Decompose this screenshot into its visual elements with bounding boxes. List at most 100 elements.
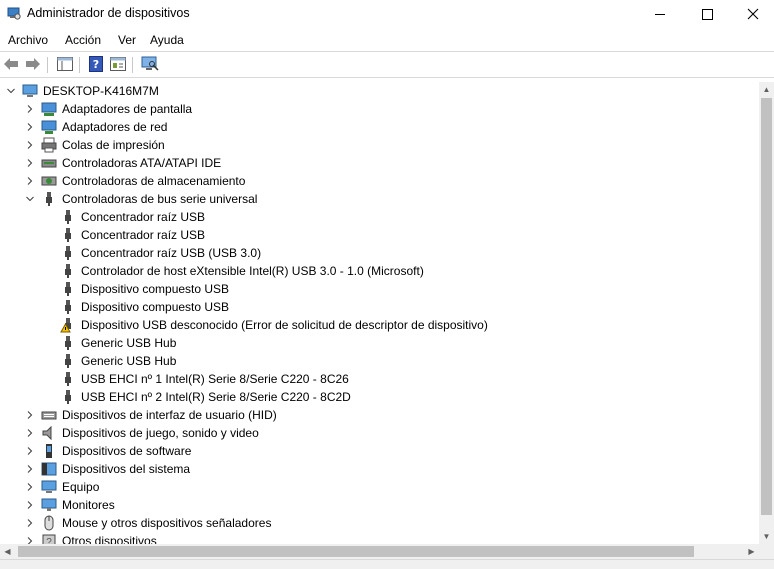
tree-device[interactable]: Generic USB Hub (0, 334, 759, 352)
device-tree[interactable]: DESKTOP-K416M7M Adaptadores de pantalla Ad… (0, 82, 759, 544)
chevron-right-icon[interactable] (24, 498, 36, 512)
show-hide-console-tree-button[interactable] (56, 55, 74, 73)
scrollbar-corner (759, 544, 774, 559)
menu-archivo[interactable]: Archivo (8, 33, 48, 47)
tree-item-label: Dispositivo compuesto USB (81, 300, 230, 314)
tree-category[interactable]: Dispositivos de software (0, 442, 759, 460)
device-manager-icon (7, 7, 21, 20)
chevron-down-icon[interactable] (5, 84, 17, 98)
chevron-right-icon[interactable] (24, 516, 36, 530)
tree-category[interactable]: Dispositivos de juego, sonido y video (0, 424, 759, 442)
tree-category[interactable]: Controladoras ATA/ATAPI IDE (0, 154, 759, 172)
tree-item-label: Dispositivo compuesto USB (81, 282, 230, 296)
tree-category[interactable]: Mouse y otros dispositivos señaladores (0, 514, 759, 532)
menu-ver[interactable]: Ver (118, 33, 136, 47)
chevron-right-icon[interactable] (24, 534, 36, 544)
tree-item-label: Concentrador raíz USB (USB 3.0) (81, 246, 262, 260)
chevron-right-icon[interactable] (24, 120, 36, 134)
tree-device[interactable]: USB EHCI nº 2 Intel(R) Serie 8/Serie C22… (0, 388, 759, 406)
tree-device[interactable]: Concentrador raíz USB (0, 208, 759, 226)
tree-item-label: Colas de impresión (62, 138, 165, 152)
tree-item-label: Generic USB Hub (81, 336, 177, 350)
tree-root-computer[interactable]: DESKTOP-K416M7M (0, 82, 759, 100)
tree-item-label: Dispositivo USB desconocido (Error de so… (81, 318, 488, 332)
tree-device[interactable]: Dispositivo USB desconocido (Error de so… (0, 316, 759, 334)
sound-icon (41, 425, 57, 441)
scroll-up-arrow[interactable]: ▲ (759, 82, 774, 97)
other-devices-icon: ? (41, 533, 57, 544)
back-button[interactable] (2, 55, 20, 73)
tree-device[interactable]: Dispositivo compuesto USB (0, 280, 759, 298)
maximize-button[interactable] (684, 0, 730, 28)
scroll-left-arrow[interactable]: ◀ (0, 544, 15, 559)
tree-item-label: DESKTOP-K416M7M (43, 84, 159, 98)
title-bar: Administrador de dispositivos (0, 0, 774, 28)
tree-item-label: Mouse y otros dispositivos señaladores (62, 516, 272, 530)
scroll-right-arrow[interactable]: ▶ (744, 544, 759, 559)
chevron-right-icon[interactable] (24, 408, 36, 422)
chevron-right-icon[interactable] (24, 480, 36, 494)
close-button[interactable] (730, 0, 774, 28)
tree-category[interactable]: Dispositivos del sistema (0, 460, 759, 478)
scroll-down-arrow[interactable]: ▼ (759, 529, 774, 544)
chevron-right-icon[interactable] (24, 174, 36, 188)
tree-device[interactable]: Generic USB Hub (0, 352, 759, 370)
chevron-right-icon[interactable] (24, 156, 36, 170)
tree-category[interactable]: ? Otros dispositivos (0, 532, 759, 544)
chevron-down-icon[interactable] (24, 192, 36, 206)
scan-hardware-button[interactable] (141, 55, 159, 73)
tree-item-label: Controlador de host eXtensible Intel(R) … (81, 264, 424, 278)
tree-category[interactable]: Monitores (0, 496, 759, 514)
tree-category[interactable]: Adaptadores de red (0, 118, 759, 136)
tree-item-label: Adaptadores de red (62, 120, 168, 134)
properties-button[interactable] (109, 55, 127, 73)
tree-device[interactable]: Dispositivo compuesto USB (0, 298, 759, 316)
tree-category[interactable]: Adaptadores de pantalla (0, 100, 759, 118)
tree-item-label: Controladoras de bus serie universal (62, 192, 258, 206)
system-device-icon (41, 461, 57, 477)
tree-device[interactable]: Controlador de host eXtensible Intel(R) … (0, 262, 759, 280)
tree-category-expanded[interactable]: Controladoras de bus serie universal (0, 190, 759, 208)
usb-icon (60, 299, 76, 315)
chevron-right-icon[interactable] (24, 444, 36, 458)
vertical-scrollbar[interactable]: ▲ ▼ (759, 82, 774, 544)
chevron-right-icon[interactable] (24, 426, 36, 440)
tree-device[interactable]: Concentrador raíz USB (0, 226, 759, 244)
network-adapter-icon (41, 119, 57, 135)
tree-category[interactable]: Equipo (0, 478, 759, 496)
usb-icon (60, 245, 76, 261)
tree-category[interactable]: Controladoras de almacenamiento (0, 172, 759, 190)
forward-button[interactable] (24, 55, 42, 73)
chevron-right-icon[interactable] (24, 462, 36, 476)
menu-accion[interactable]: Acción (65, 33, 101, 47)
usb-icon (60, 263, 76, 279)
menu-bar: Archivo Acción Ver Ayuda (0, 29, 774, 50)
tree-device[interactable]: Concentrador raíz USB (USB 3.0) (0, 244, 759, 262)
menu-ayuda[interactable]: Ayuda (150, 33, 184, 47)
maximize-icon (701, 8, 713, 20)
monitor-icon (41, 497, 57, 513)
toolbar: ? (0, 52, 774, 77)
tree-item-label: USB EHCI nº 2 Intel(R) Serie 8/Serie C22… (81, 390, 351, 404)
toolbar-separator-line (0, 77, 774, 78)
help-button[interactable]: ? (87, 55, 105, 73)
vertical-scroll-thumb[interactable] (761, 98, 772, 515)
usb-icon (60, 281, 76, 297)
tree-category[interactable]: Colas de impresión (0, 136, 759, 154)
tree-item-label: Concentrador raíz USB (81, 210, 206, 224)
usb-icon (60, 209, 76, 225)
minimize-button[interactable] (637, 0, 683, 28)
tree-device[interactable]: USB EHCI nº 1 Intel(R) Serie 8/Serie C22… (0, 370, 759, 388)
chevron-right-icon[interactable] (24, 138, 36, 152)
usb-icon (41, 191, 57, 207)
toolbar-separator (47, 57, 48, 73)
tree-item-label: Concentrador raíz USB (81, 228, 206, 242)
storage-controller-icon (41, 173, 57, 189)
chevron-right-icon[interactable] (24, 102, 36, 116)
svg-text:?: ? (93, 58, 99, 71)
toolbar-separator (79, 57, 80, 73)
horizontal-scrollbar[interactable]: ◀ ▶ (0, 544, 759, 559)
horizontal-scroll-thumb[interactable] (18, 546, 694, 557)
tree-category[interactable]: Dispositivos de interfaz de usuario (HID… (0, 406, 759, 424)
tree-item-label: Generic USB Hub (81, 354, 177, 368)
